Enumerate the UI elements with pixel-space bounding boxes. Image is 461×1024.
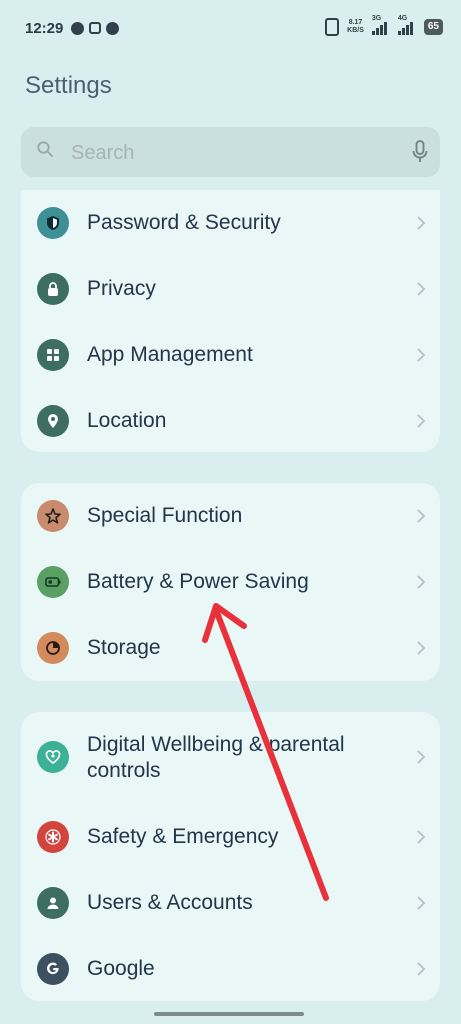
home-indicator[interactable] bbox=[154, 1012, 304, 1016]
signal-icon-sim2: 4G bbox=[397, 15, 416, 35]
settings-group-security: Password & Security Privacy App Manageme… bbox=[21, 190, 440, 452]
search-icon bbox=[37, 141, 53, 157]
settings-item-users-accounts[interactable]: Users & Accounts bbox=[21, 870, 440, 936]
settings-item-label: Users & Accounts bbox=[87, 891, 253, 914]
shield-icon bbox=[37, 207, 69, 239]
chevron-right-icon bbox=[417, 830, 426, 844]
asterisk-icon bbox=[37, 821, 69, 853]
chevron-right-icon bbox=[417, 750, 426, 764]
search-input[interactable] bbox=[69, 138, 393, 168]
settings-item-privacy[interactable]: Privacy bbox=[21, 256, 440, 322]
search-bar[interactable] bbox=[21, 127, 440, 177]
chevron-right-icon bbox=[417, 509, 426, 523]
settings-item-location[interactable]: Location bbox=[21, 388, 440, 452]
settings-item-google[interactable]: Google bbox=[21, 936, 440, 1001]
chevron-right-icon bbox=[417, 641, 426, 655]
google-icon bbox=[37, 953, 69, 985]
settings-item-special-function[interactable]: Special Function bbox=[21, 483, 440, 549]
settings-item-label: Password & Security bbox=[87, 211, 281, 234]
star-icon bbox=[37, 500, 69, 532]
chevron-right-icon bbox=[417, 282, 426, 296]
settings-item-label: Special Function bbox=[87, 504, 243, 527]
settings-item-label: Location bbox=[87, 409, 167, 432]
settings-group-accounts: Digital Wellbeing & parental controls Sa… bbox=[21, 712, 440, 1001]
chevron-right-icon bbox=[417, 575, 426, 589]
settings-group-device: Special Function Battery & Power Saving … bbox=[21, 483, 440, 681]
settings-item-label: App Management bbox=[87, 343, 253, 366]
chevron-right-icon bbox=[417, 962, 426, 976]
pie-chart-icon bbox=[37, 632, 69, 664]
chevron-right-icon bbox=[417, 414, 426, 428]
settings-item-label: Battery & Power Saving bbox=[87, 570, 309, 593]
settings-item-digital-wellbeing[interactable]: Digital Wellbeing & parental controls bbox=[21, 712, 440, 802]
user-icon bbox=[37, 887, 69, 919]
heart-person-icon bbox=[37, 741, 69, 773]
chevron-right-icon bbox=[417, 348, 426, 362]
battery-icon bbox=[37, 566, 69, 598]
location-pin-icon bbox=[37, 405, 69, 437]
battery-level: 65 bbox=[423, 19, 443, 35]
settings-item-app-management[interactable]: App Management bbox=[21, 322, 440, 388]
settings-item-battery-power-saving[interactable]: Battery & Power Saving bbox=[21, 549, 440, 615]
app-notification-icon bbox=[106, 22, 119, 35]
settings-item-label: Privacy bbox=[87, 277, 156, 300]
grid-icon bbox=[37, 339, 69, 371]
settings-item-label: Digital Wellbeing & parental controls bbox=[87, 733, 345, 782]
settings-item-label: Google bbox=[87, 957, 155, 980]
settings-item-safety-emergency[interactable]: Safety & Emergency bbox=[21, 804, 440, 870]
settings-item-label: Storage bbox=[87, 636, 161, 659]
notification-icons bbox=[71, 22, 119, 35]
spotify-icon bbox=[71, 22, 84, 35]
network-speed: 8.17 KB/S bbox=[347, 19, 364, 34]
status-right: 8.17 KB/S 3G 4G 65 bbox=[325, 15, 443, 36]
chevron-right-icon bbox=[417, 216, 426, 230]
microphone-icon[interactable] bbox=[412, 140, 428, 164]
instagram-icon bbox=[89, 22, 101, 34]
settings-item-password-security[interactable]: Password & Security bbox=[21, 190, 440, 256]
signal-icon-sim1: 3G bbox=[371, 15, 390, 35]
status-bar: 12:29 8.17 KB/S 3G 4G 65 bbox=[0, 0, 461, 60]
status-time: 12:29 bbox=[25, 20, 64, 37]
chevron-right-icon bbox=[417, 896, 426, 910]
settings-item-label: Safety & Emergency bbox=[87, 825, 279, 848]
settings-item-storage[interactable]: Storage bbox=[21, 615, 440, 681]
vibrate-icon bbox=[325, 18, 340, 36]
lock-icon bbox=[37, 273, 69, 305]
page-title: Settings bbox=[25, 72, 112, 99]
